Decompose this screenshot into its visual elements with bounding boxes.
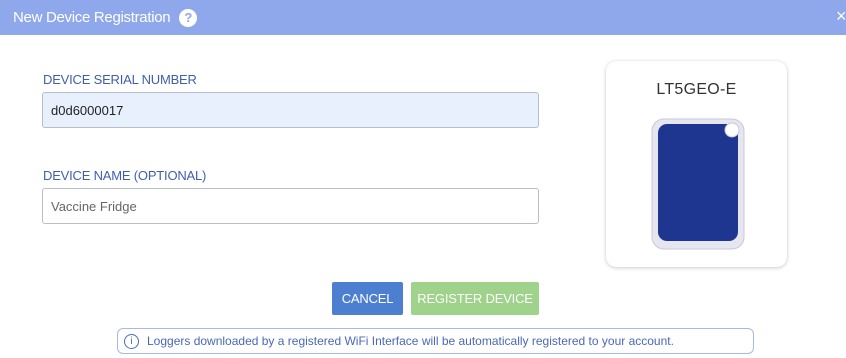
register-device-button[interactable]: REGISTER DEVICE xyxy=(411,282,539,315)
device-image xyxy=(651,118,745,250)
help-icon[interactable]: ? xyxy=(179,8,198,27)
close-icon[interactable]: × xyxy=(836,7,846,25)
cancel-button[interactable]: CANCEL xyxy=(332,282,403,315)
info-text: Loggers downloaded by a registered WiFi … xyxy=(147,334,674,348)
serial-number-input[interactable] xyxy=(42,92,539,128)
dialog-titlebar: New Device Registration ? × xyxy=(0,0,846,35)
dialog-title: New Device Registration xyxy=(13,9,171,26)
device-name-label: DEVICE NAME (OPTIONAL) xyxy=(43,168,207,183)
info-icon: i xyxy=(124,333,139,349)
info-message: i Loggers downloaded by a registered WiF… xyxy=(117,328,754,354)
device-name-input[interactable] xyxy=(42,188,539,224)
device-preview-card: LT5GEO-E xyxy=(606,61,787,267)
serial-number-label: DEVICE SERIAL NUMBER xyxy=(43,72,197,87)
device-model-label: LT5GEO-E xyxy=(656,81,737,98)
